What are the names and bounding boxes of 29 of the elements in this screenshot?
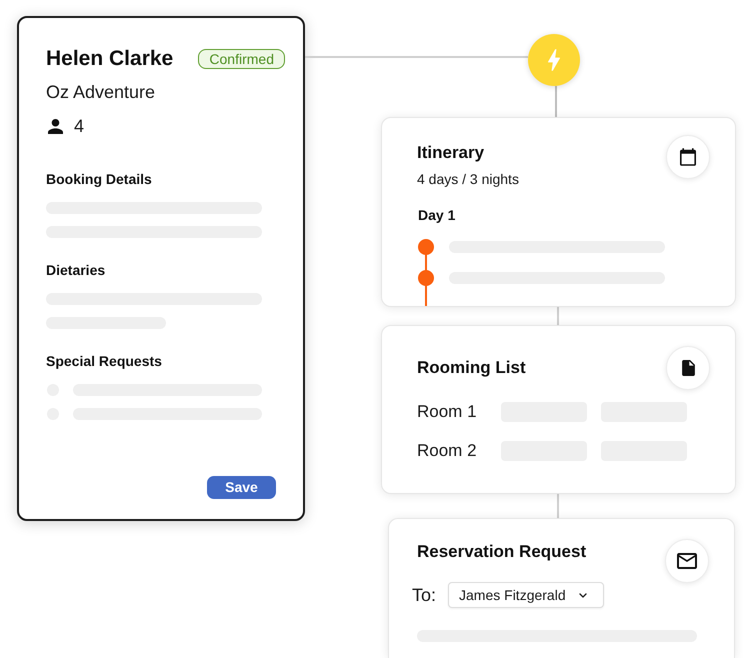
file-icon bbox=[682, 360, 694, 376]
room-label: Room 2 bbox=[417, 441, 478, 461]
card-title: Rooming List bbox=[417, 357, 526, 379]
recipient-dropdown[interactable]: James Fitzgerald bbox=[448, 582, 604, 608]
connector-line bbox=[557, 494, 559, 518]
chevron-down-icon bbox=[578, 592, 587, 598]
tour-name: Oz Adventure bbox=[46, 81, 156, 104]
party-size: 4 bbox=[74, 115, 84, 138]
save-button[interactable]: Save bbox=[207, 476, 276, 499]
person-icon bbox=[48, 118, 63, 134]
calendar-button[interactable] bbox=[666, 135, 710, 179]
lightning-icon bbox=[528, 34, 580, 86]
card-title: Reservation Request bbox=[417, 541, 586, 563]
connector-line bbox=[557, 307, 559, 325]
card-title: Itinerary bbox=[417, 142, 486, 164]
card-subtitle: 4 days / 3 nights bbox=[417, 170, 519, 189]
file-button[interactable] bbox=[666, 346, 710, 390]
mail-button[interactable] bbox=[665, 539, 709, 583]
mail-icon bbox=[677, 553, 697, 569]
section-heading: Special Requests bbox=[46, 352, 163, 371]
to-label: To: bbox=[412, 584, 436, 607]
room-label: Room 1 bbox=[417, 402, 478, 422]
section-heading: Dietaries bbox=[46, 261, 106, 280]
status-badge: Confirmed bbox=[198, 49, 285, 69]
guest-name: Helen Clarke bbox=[46, 46, 174, 72]
section-heading: Booking Details bbox=[46, 170, 153, 189]
calendar-icon bbox=[680, 148, 696, 166]
connector-line bbox=[555, 86, 557, 117]
day-label: Day 1 bbox=[418, 206, 456, 225]
